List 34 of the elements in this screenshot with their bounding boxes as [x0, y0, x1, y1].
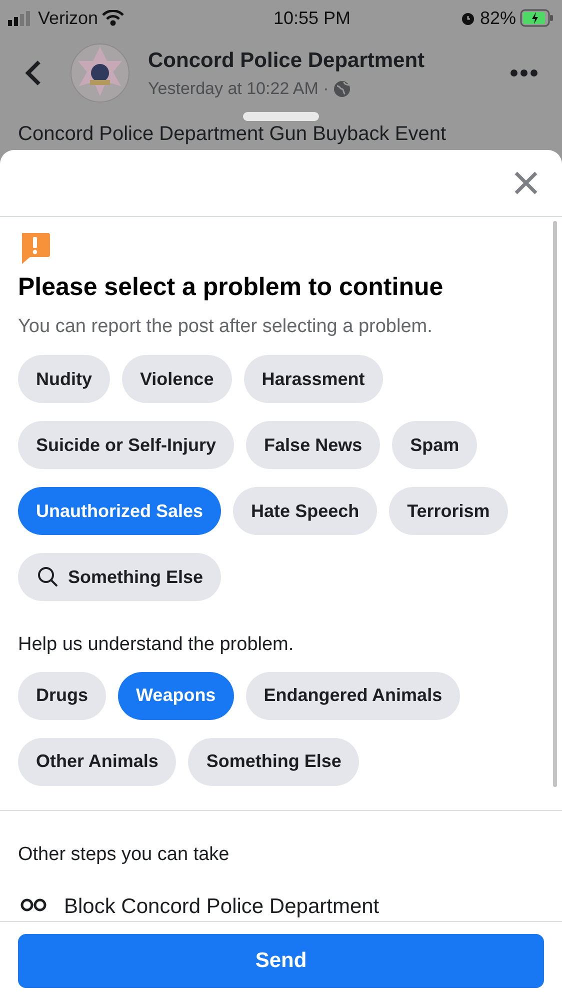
- page-name[interactable]: Concord Police Department: [148, 44, 425, 76]
- option-chip[interactable]: Drugs: [18, 672, 106, 720]
- sheet-title: Please select a problem to continue: [18, 272, 444, 303]
- post-text: Concord Police Department Gun Buyback Event: [18, 123, 446, 145]
- option-chip[interactable]: Spam: [392, 421, 478, 469]
- post-time: Yesterday at 10:22 AM ·: [148, 78, 329, 100]
- option-chip[interactable]: Something Else: [188, 738, 360, 786]
- close-icon[interactable]: [514, 171, 538, 195]
- clock-time: 10:55 PM: [273, 6, 351, 30]
- option-chip[interactable]: Suicide or Self-Injury: [18, 421, 234, 469]
- send-button[interactable]: Send: [18, 934, 544, 988]
- option-chip[interactable]: Something Else: [18, 553, 222, 601]
- search-icon: [36, 565, 60, 589]
- option-chip[interactable]: Harassment: [244, 355, 383, 403]
- help-heading: Help us understand the problem.: [18, 633, 295, 657]
- sheet-subtitle: You can report the post after selecting a problem.: [18, 314, 434, 338]
- option-chip[interactable]: Weapons: [118, 672, 234, 720]
- drag-handle[interactable]: [243, 112, 319, 121]
- option-chip[interactable]: Unauthorized Sales: [18, 487, 222, 535]
- battery-icon: [520, 9, 554, 27]
- option-chip[interactable]: Nudity: [18, 355, 110, 403]
- more-icon[interactable]: [510, 69, 538, 77]
- back-icon[interactable]: [24, 59, 42, 87]
- option-chip[interactable]: Endangered Animals: [246, 672, 460, 720]
- option-chip[interactable]: Other Animals: [18, 738, 176, 786]
- other-steps-heading: Other steps you can take: [18, 842, 230, 866]
- option-chip[interactable]: Hate Speech: [233, 487, 378, 535]
- option-chip[interactable]: Terrorism: [389, 487, 508, 535]
- option-chip[interactable]: False News: [246, 421, 380, 469]
- wifi-icon: [102, 10, 124, 26]
- battery-percent: 82%: [480, 6, 516, 30]
- option-chip[interactable]: Violence: [122, 355, 232, 403]
- carrier-name: Verizon: [38, 6, 98, 30]
- block-option[interactable]: Block Concord Police Department: [64, 891, 380, 921]
